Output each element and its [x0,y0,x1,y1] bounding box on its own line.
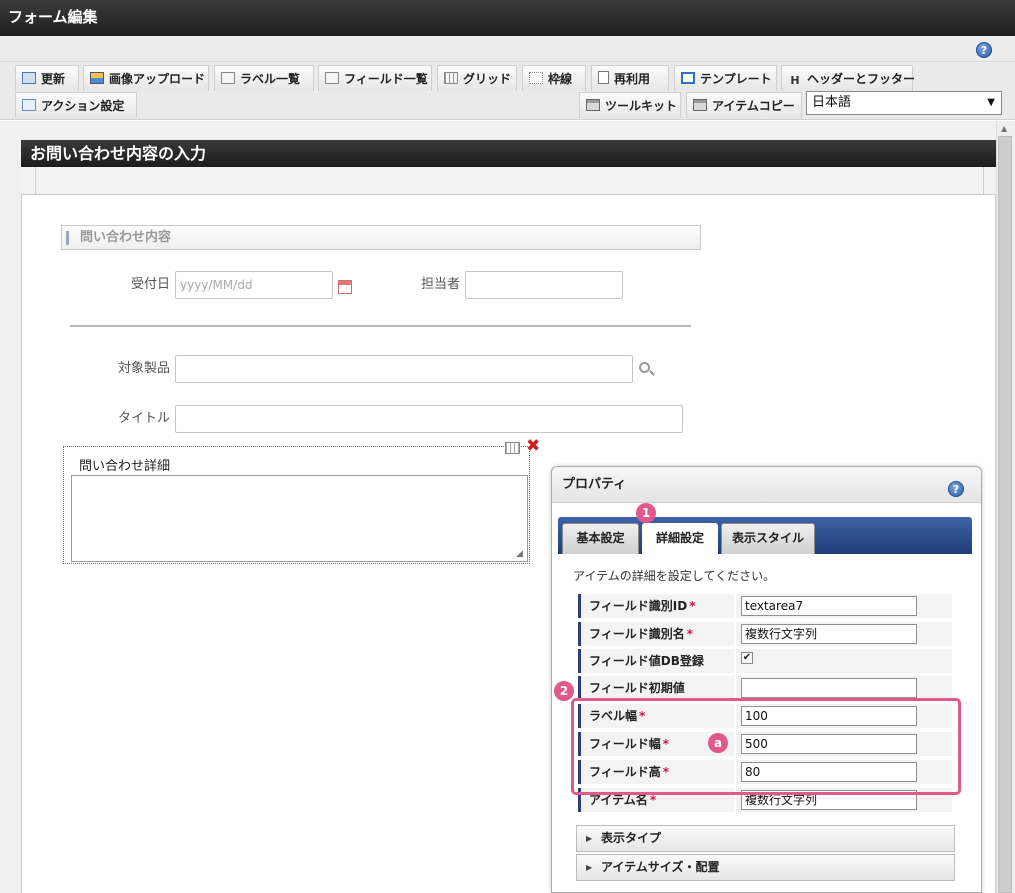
title-input[interactable] [175,405,683,433]
help-bar [0,36,1015,62]
item-size-section[interactable]: ▶ アイテムサイズ・配置 [576,854,955,881]
action-icon [22,99,36,111]
template-icon [681,72,695,84]
panel-help-icon[interactable]: ? [948,481,964,497]
h-icon: H [790,74,800,87]
property-panel-header: プロパティ [552,467,981,503]
assignee-input[interactable] [465,271,623,299]
form-subheader [21,167,996,195]
list-icon [221,72,235,84]
detail-label: 問い合わせ詳細 [79,459,171,474]
image-icon [90,72,104,84]
annotation-badge-2: 2 [554,681,574,701]
tab-basic-settings[interactable]: 基本設定 [562,523,639,554]
initial-value-input[interactable] [741,678,917,698]
delete-icon[interactable]: ✖ [526,438,540,455]
document-icon [598,71,609,84]
panel-description: アイテムの詳細を設定してください。 [573,569,776,583]
tab-display-style[interactable]: 表示スタイル [721,523,815,554]
form-title: お問い合わせ内容の入力 [21,140,996,167]
update-button[interactable]: 更新 [15,65,79,91]
scroll-up-icon[interactable]: ▲ [1001,124,1007,133]
help-icon[interactable]: ? [976,42,992,58]
highlight-box [571,698,961,795]
divider [70,325,691,327]
received-date-label: 受付日 [130,277,170,292]
frame-line-button[interactable]: 枠線 [522,65,586,91]
property-label-initial-value: フィールド初期値 [578,676,734,700]
grid-icon [444,72,458,84]
product-input[interactable] [175,355,633,383]
refresh-icon [22,72,36,84]
list-icon [325,72,339,84]
window-title: フォーム編集 [0,0,1015,36]
language-select[interactable]: 日本語 ▼ [806,91,1002,115]
product-label: 対象製品 [117,361,170,376]
chevron-right-icon: ▶ [586,863,593,872]
scrollbar-thumb[interactable] [998,136,1012,893]
grid-icon[interactable] [505,442,520,454]
chevron-right-icon: ▶ [586,834,593,843]
annotation-badge-a: a [708,733,728,753]
field-name-input[interactable]: 複数行文字列 [741,624,917,644]
item-copy-button[interactable]: アイテムコピー [686,92,802,118]
resize-handle-icon[interactable]: ◢ [516,549,523,559]
property-label-field-name: フィールド識別名 * [578,622,734,646]
property-label-field-id: フィールド識別ID * [578,594,734,618]
display-type-section[interactable]: ▶ 表示タイプ [576,825,955,852]
property-label-db-register: フィールド値DB登録 [578,649,734,673]
frame-icon [529,72,543,84]
label-list-button[interactable]: ラベル一覧 [214,65,314,91]
detail-textarea[interactable] [71,475,528,562]
chevron-down-icon: ▼ [987,97,995,108]
received-date-input[interactable]: yyyy/MM/dd [175,271,333,299]
action-settings-button[interactable]: アクション設定 [15,92,137,118]
header-footer-button[interactable]: H ヘッダーとフッター [781,65,915,91]
toolbox-icon [693,99,707,111]
calendar-icon[interactable] [338,280,352,294]
field-id-input[interactable]: textarea7 [741,596,917,616]
search-icon[interactable] [639,362,650,373]
section-label[interactable]: 問い合わせ内容 [61,225,701,250]
grid-button[interactable]: グリッド [437,65,517,91]
field-list-button[interactable]: フィールド一覧 [318,65,432,91]
toolkit-button[interactable]: ツールキット [579,92,681,118]
template-button[interactable]: テンプレート [674,65,777,91]
assignee-label: 担当者 [420,277,460,292]
title-label: タイトル [117,411,170,426]
reuse-button[interactable]: 再利用 [591,65,669,91]
annotation-badge-1: 1 [636,503,656,523]
toolbox-icon [586,99,600,111]
tab-detail-settings[interactable]: 詳細設定 [642,523,718,555]
image-upload-button[interactable]: 画像アップロード [83,65,209,91]
db-register-checkbox[interactable]: ✔ [741,652,753,664]
